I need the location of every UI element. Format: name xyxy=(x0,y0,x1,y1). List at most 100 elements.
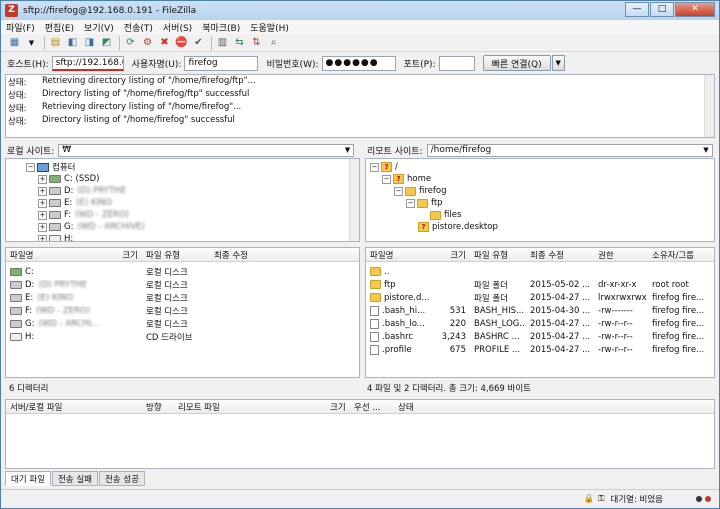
cancel-icon[interactable]: ✖ xyxy=(157,36,172,50)
tree-item-drive[interactable]: + C: (SSD) xyxy=(38,173,99,185)
local-file-list: 파일명 크기 파일 유형 최종 수정 C: 로컬 디스크 D: (D) PRYTHE… xyxy=(5,247,360,378)
table-row[interactable]: .bash_hi... 531 BASH_HIS... 2015-04-30 ... -… xyxy=(366,304,714,317)
table-row[interactable]: .bashrc 3,243 BASHRC ... 2015-04-27 ... -rw-… xyxy=(366,330,714,343)
filter-icon[interactable]: ▥ xyxy=(215,36,230,50)
col-permissions[interactable]: 권한 xyxy=(594,249,648,261)
menu-server[interactable]: 서버(S) xyxy=(158,21,197,34)
col-direction[interactable]: 방향 xyxy=(142,401,174,413)
menu-bookmarks[interactable]: 북마크(B) xyxy=(197,21,245,34)
table-row[interactable]: G: (WD - ARCHI... 로컬 디스크 xyxy=(6,317,359,330)
maximize-button[interactable]: □ xyxy=(650,2,674,17)
col-status[interactable]: 상태 xyxy=(394,401,454,413)
compare-icon[interactable]: ⇆ xyxy=(232,36,247,50)
toggle-remote-tree-icon[interactable]: ◨ xyxy=(82,36,97,50)
toggle-log-icon[interactable]: ▤ xyxy=(48,36,63,50)
menu-file[interactable]: 파일(F) xyxy=(1,21,40,34)
drive-icon xyxy=(10,293,22,302)
remote-path-input[interactable]: /home/firefog ▼ xyxy=(426,143,713,157)
dropdown-arrow-icon[interactable]: ▼ xyxy=(24,36,39,50)
toggle-queue-icon[interactable]: ◩ xyxy=(99,36,114,50)
col-priority[interactable]: 우선 ... xyxy=(350,401,394,413)
quickconnect-button[interactable]: 빠른 연결(Q) xyxy=(482,55,551,71)
drive-icon xyxy=(10,267,22,276)
col-size[interactable]: 크기 xyxy=(436,249,470,261)
password-input[interactable]: ●●●●●● xyxy=(321,55,396,71)
log-scrollbar[interactable] xyxy=(704,75,714,137)
search-icon[interactable]: ⌕ xyxy=(266,36,281,50)
username-input[interactable]: firefog xyxy=(184,55,259,71)
drive-icon xyxy=(10,280,22,289)
cd-drive-icon xyxy=(10,332,22,341)
tree-item-ftp[interactable]: − ftp xyxy=(406,197,443,209)
table-row[interactable]: F: (WD - ZERO) 로컬 디스크 xyxy=(6,304,359,317)
col-filename[interactable]: 파일명 xyxy=(366,249,436,261)
refresh-icon[interactable]: ⟳ xyxy=(123,36,138,50)
menu-help[interactable]: 도움말(H) xyxy=(245,21,294,34)
port-input[interactable] xyxy=(438,55,475,71)
col-modified[interactable]: 최종 수정 xyxy=(526,249,594,261)
log-line: 상태: Retrieving directory listing of "/hom… xyxy=(8,76,256,88)
tree-item-pistore[interactable]: ? pistore.desktop xyxy=(418,221,498,233)
col-type[interactable]: 파일 유형 xyxy=(142,249,210,261)
tree-item-drive[interactable]: + G: (WD - ARCHIVE) xyxy=(38,221,145,233)
quickconnect-dropdown-icon[interactable]: ▼ xyxy=(551,55,565,71)
table-row[interactable]: .bash_lo... 220 BASH_LOG... 2015-04-27 ... -… xyxy=(366,317,714,330)
col-size[interactable]: 크기 xyxy=(326,401,350,413)
sync-browse-icon[interactable]: ⇅ xyxy=(249,36,264,50)
table-row[interactable]: .. xyxy=(366,265,714,278)
toggle-local-tree-icon[interactable]: ◧ xyxy=(65,36,80,50)
status-bar: 🔒 ⚿ 대기열: 비었음 xyxy=(1,489,719,507)
tree-item-root[interactable]: −? / xyxy=(370,161,398,173)
title-bar: Z sftp://firefog@192.168.0.191 - FileZil… xyxy=(1,1,719,20)
unknown-folder-icon: ? xyxy=(418,222,429,232)
reconnect-icon[interactable]: ✔ xyxy=(191,36,206,50)
table-row[interactable]: E: (E) KINO 로컬 디스크 xyxy=(6,291,359,304)
tree-item-drive[interactable]: + D: (D) PRYTHE xyxy=(38,185,126,197)
table-row[interactable]: H: CD 드라이브 xyxy=(6,330,359,343)
disconnect-icon[interactable]: ⛔ xyxy=(174,36,189,50)
close-button[interactable]: ✕ xyxy=(675,2,715,17)
table-row[interactable]: ftp 파일 폴더 2015-05-02 ... dr-xr-xr-x root roo… xyxy=(366,278,714,291)
quickconnect-bar: 호스트(H): sftp://192.168.0.19 사용자명(U): fir… xyxy=(1,53,719,73)
menu-transfer[interactable]: 전송(T) xyxy=(119,21,158,34)
tree-item-drive[interactable]: + H: xyxy=(38,233,73,241)
col-size[interactable]: 크기 xyxy=(92,249,142,261)
local-tree-scrollbar[interactable] xyxy=(349,159,359,241)
local-path-input[interactable]: ₩ ▼ xyxy=(58,143,355,157)
unknown-folder-icon: ? xyxy=(393,174,404,184)
tree-item-firefog[interactable]: − firefog xyxy=(394,185,446,197)
menu-view[interactable]: 보기(V) xyxy=(79,21,119,34)
key-icon: ⚿ xyxy=(598,493,605,504)
col-server-local-file[interactable]: 서버/로컬 파일 xyxy=(6,401,142,413)
table-row[interactable]: C: 로컬 디스크 xyxy=(6,265,359,278)
user-label: 사용자명(U): xyxy=(131,59,182,70)
tab-successful-transfers[interactable]: 전송 성공 xyxy=(98,471,145,486)
menu-bar: 파일(F) 편집(E) 보기(V) 전송(T) 서버(S) 북마크(B) 도움말… xyxy=(1,20,719,34)
tab-queued-files[interactable]: 대기 파일 xyxy=(5,471,51,486)
tree-item-computer[interactable]: − 컴퓨터 xyxy=(26,161,75,173)
tree-item-drive[interactable]: + E: (E) KINO xyxy=(38,197,112,209)
site-manager-icon[interactable]: ▦ xyxy=(7,36,22,50)
queue-header: 서버/로컬 파일 방향 리모트 파일 크기 우선 ... 상태 xyxy=(6,400,714,414)
tree-item-home[interactable]: −? home xyxy=(382,173,431,185)
tree-item-drive[interactable]: + F: (WD - ZERO) xyxy=(38,209,129,221)
col-remote-file[interactable]: 리모트 파일 xyxy=(174,401,326,413)
host-input[interactable]: sftp://192.168.0.19 xyxy=(51,55,124,71)
menu-edit[interactable]: 편집(E) xyxy=(40,21,79,34)
table-row[interactable]: pistore.d... 파일 폴더 2015-04-27 ... lrwxrwxrw… xyxy=(366,291,714,304)
col-modified[interactable]: 최종 수정 xyxy=(210,249,290,261)
host-label: 호스트(H): xyxy=(7,59,49,70)
col-filename[interactable]: 파일명 xyxy=(6,249,92,261)
process-queue-icon[interactable]: ⚙ xyxy=(140,36,155,50)
col-owner[interactable]: 소유자/그룹 xyxy=(648,249,714,261)
tab-failed-transfers[interactable]: 전송 실패 xyxy=(51,471,98,486)
minimize-button[interactable]: — xyxy=(625,2,649,17)
tree-item-files[interactable]: files xyxy=(430,209,461,221)
remote-list-header: 파일명 크기 파일 유형 최종 수정 권한 소유자/그룹 xyxy=(366,248,714,262)
activity-led-icon xyxy=(696,495,702,502)
local-site-label: 로컬 사이트: xyxy=(7,146,55,157)
folder-icon xyxy=(370,293,381,302)
col-type[interactable]: 파일 유형 xyxy=(470,249,526,261)
table-row[interactable]: D: (D) PRYTHE 로컬 디스크 xyxy=(6,278,359,291)
table-row[interactable]: .profile 675 PROFILE ... 2015-04-27 ... -rw-… xyxy=(366,343,714,356)
